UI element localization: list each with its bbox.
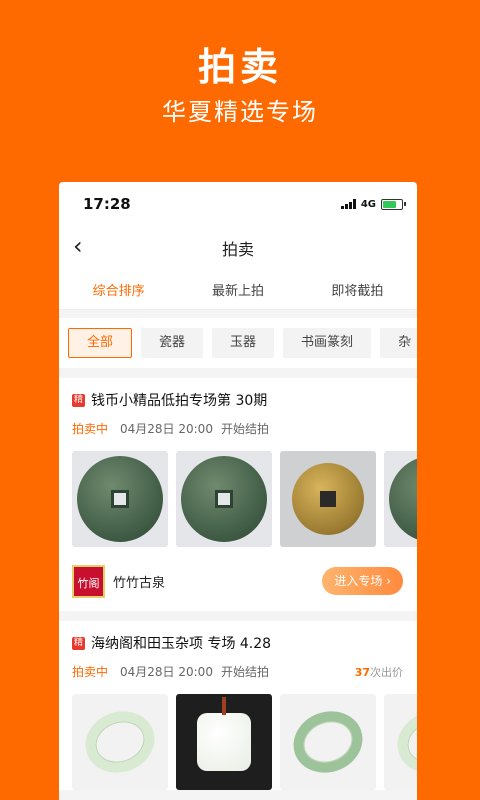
jade-bangle-image[interactable] [280,694,376,790]
bid-count: 37次出价 [355,664,403,680]
sort-tabs: 综合排序 最新上拍 即将截拍 [59,270,417,310]
coin-image[interactable] [176,451,272,547]
auction-status: 拍卖中 [72,665,109,679]
auction-thumbnails [72,694,417,790]
chip-jade[interactable]: 玉器 [212,328,275,358]
phone-screen: 17:28 4G ‹ 拍卖 综合排序 最新上拍 即将截拍 全部 瓷器 玉器 书画… [59,182,417,800]
network-label: 4G [360,198,376,210]
tab-sort-overall[interactable]: 综合排序 [93,280,145,299]
auction-action-text: 开始结拍 [220,665,269,679]
signal-icon [340,199,356,209]
chip-calligraphy[interactable]: 书画篆刻 [283,328,372,358]
shop-name[interactable]: 竹竹古泉 [113,572,165,591]
enter-session-button[interactable]: 进入专场 › [322,567,403,595]
auction-date: 04月28日 20:00 [120,665,213,679]
coin-image[interactable] [72,451,168,547]
auction-date: 04月28日 20:00 [120,422,213,436]
chip-all[interactable]: 全部 [68,328,133,358]
chip-porcelain[interactable]: 瓷器 [141,328,204,358]
jade-pendant-image[interactable] [176,694,272,790]
featured-tag: 精 [72,636,85,650]
featured-tag: 精 [72,393,85,407]
chip-misc[interactable]: 杂 [380,328,417,358]
tab-sort-ending[interactable]: 即将截拍 [331,280,383,299]
auction-card[interactable]: 精 海纳阁和田玉杂项 专场 4.28 拍卖中 04月28日 20:00 开始结拍… [59,621,417,790]
status-icons: 4G [340,198,406,210]
promo-title: 拍卖 [197,45,282,89]
auction-thumbnails [72,451,417,547]
category-chips: 全部 瓷器 玉器 书画篆刻 杂 [59,318,417,368]
auction-action-text: 开始结拍 [220,422,269,436]
auction-title: 钱币小精品低拍专场第 30期 [91,393,268,409]
jade-bangle-image[interactable] [72,694,168,790]
nav-bar: ‹ 拍卖 [59,226,417,270]
status-time: 17:28 [83,195,131,213]
auction-status: 拍卖中 [72,422,109,436]
shop-logo: 竹阁 [72,564,105,598]
bid-count-number: 37 [354,665,370,679]
battery-icon [381,198,406,210]
page-title: 拍卖 [221,240,254,259]
status-bar: 17:28 4G [59,182,417,226]
promo-subtitle: 华夏精选专场 [162,98,318,126]
auction-card[interactable]: 精 钱币小精品低拍专场第 30期 拍卖中 04月28日 20:00 开始结拍 竹… [59,378,417,611]
jade-bangle-image[interactable] [384,694,417,790]
auction-title: 海纳阁和田玉杂项 专场 4.28 [91,636,272,652]
bid-count-suffix: 次出价 [370,665,403,679]
chevron-left-icon[interactable]: ‹ [73,234,83,258]
coin-image[interactable] [384,451,417,547]
coin-image[interactable] [280,451,376,547]
tab-sort-newest[interactable]: 最新上拍 [212,280,264,299]
